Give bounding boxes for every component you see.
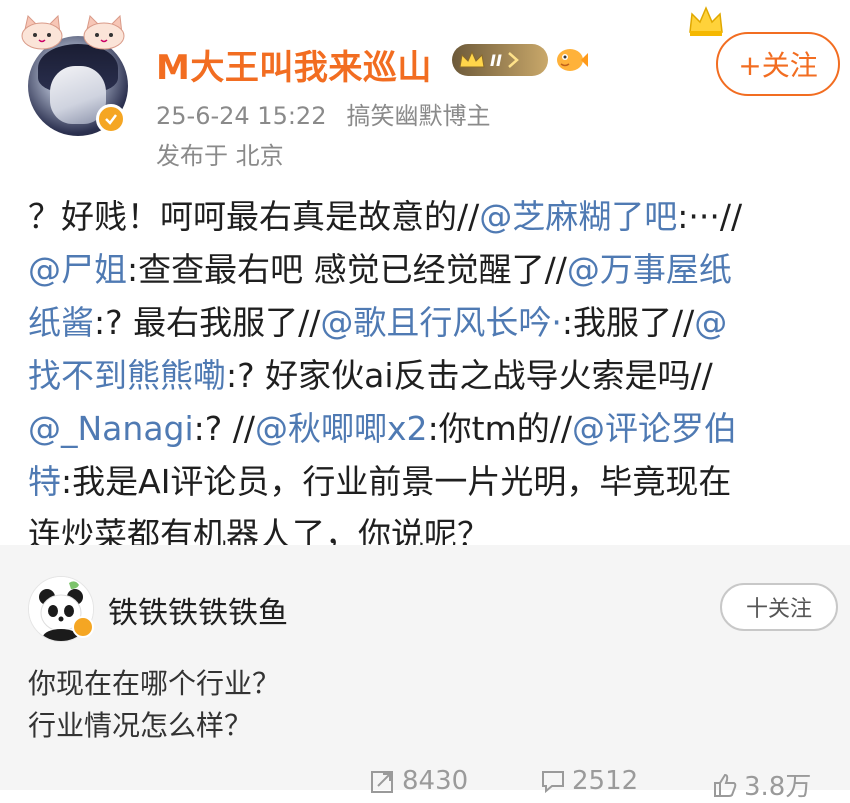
like-count: 3.8万 xyxy=(744,772,812,802)
post-line: ？好贱！呵呵最右真是故意的//@芝麻糊了吧:···// xyxy=(28,190,828,243)
comment-icon xyxy=(542,771,564,794)
repost-stat[interactable]: 8430 xyxy=(370,766,468,796)
vip-crown-icon xyxy=(459,50,485,68)
fish-icon xyxy=(557,49,588,71)
mention-link[interactable]: 纸酱 xyxy=(28,303,94,342)
mention-link[interactable]: @秋唧唧x2 xyxy=(255,409,428,448)
post-text: ？好贱！呵呵最右真是故意的// xyxy=(28,197,480,236)
comment-text-line-2: 行业情况怎么样？ xyxy=(28,709,253,742)
author-category: 搞笑幽默博主 xyxy=(346,102,491,130)
post-location: 发布于 北京 xyxy=(156,142,284,170)
mention-link[interactable]: @评论罗伯 xyxy=(572,409,737,448)
post-line: @_Nanagi:? //@秋唧唧x2:你tm的//@评论罗伯 xyxy=(28,402,828,455)
post-timestamp: 25-6-24 15:22 xyxy=(156,102,327,130)
crown-icon xyxy=(689,6,723,36)
mention-link[interactable]: @歌且行风长吟· xyxy=(320,303,562,342)
repost-icon xyxy=(371,771,393,793)
post-text: :你tm的// xyxy=(427,409,573,448)
post-line: 特:我是AI评论员，行业前景一片光明，毕竟现在 xyxy=(28,455,828,508)
post-text: :? 最右我服了// xyxy=(94,303,321,342)
mention-link[interactable]: 找不到熊熊嘞 xyxy=(28,356,226,395)
mention-link[interactable]: @尸姐 xyxy=(28,250,127,289)
post-text: :查查最右吧 感觉已经觉醒了// xyxy=(127,250,567,289)
mention-link[interactable]: @_Nanagi xyxy=(28,409,194,448)
post-text: :? 好家伙ai反击之战导火索是吗// xyxy=(226,356,713,395)
post-line: @尸姐:查查最右吧 感觉已经觉醒了//@万事屋纸 xyxy=(28,243,828,296)
like-icon xyxy=(714,773,737,797)
post-meta: 25-6-24 15:22 搞笑幽默博主 xyxy=(156,96,490,131)
comment-count: 2512 xyxy=(572,766,639,796)
mention-link[interactable]: @芝麻糊了吧 xyxy=(479,197,677,236)
author-name[interactable]: M大王叫我来巡山 xyxy=(156,40,432,89)
like-stat[interactable]: 3.8万 xyxy=(712,766,811,803)
comment-text-line-1: 你现在在哪个行业？ xyxy=(28,667,281,700)
follow-button[interactable]: +关注 xyxy=(716,32,840,96)
vip-level: II xyxy=(490,50,502,70)
mention-link[interactable]: @ xyxy=(694,303,727,342)
post-text: :···// xyxy=(677,197,743,236)
vip-badge[interactable]: II xyxy=(452,44,548,76)
post-body: ？好贱！呵呵最右真是故意的//@芝麻糊了吧:···//@尸姐:查查最右吧 感觉已… xyxy=(28,190,828,561)
verified-badge-icon xyxy=(96,104,126,134)
post-text: :? // xyxy=(193,409,256,448)
post-text: :我服了// xyxy=(561,303,695,342)
post-line: 找不到熊熊嘞:? 好家伙ai反击之战导火索是吗// xyxy=(28,349,828,402)
comment-author-name[interactable]: 铁铁铁铁铁鱼 xyxy=(108,588,288,632)
comment-verified-badge-icon xyxy=(72,616,94,638)
repost-count: 8430 xyxy=(402,766,469,796)
comment-follow-button[interactable]: 十关注 xyxy=(720,583,838,631)
cat-sticker-icon xyxy=(21,14,125,50)
post-line: 纸酱:? 最右我服了//@歌且行风长吟·:我服了//@ xyxy=(28,296,828,349)
chevron-right-icon xyxy=(508,52,519,68)
post-text: :我是AI评论员，行业前景一片光明，毕竟现在 xyxy=(61,462,732,501)
mention-link[interactable]: @万事屋纸 xyxy=(567,250,732,289)
comment-stat[interactable]: 2512 xyxy=(540,766,638,796)
mention-link[interactable]: 特 xyxy=(28,462,61,501)
